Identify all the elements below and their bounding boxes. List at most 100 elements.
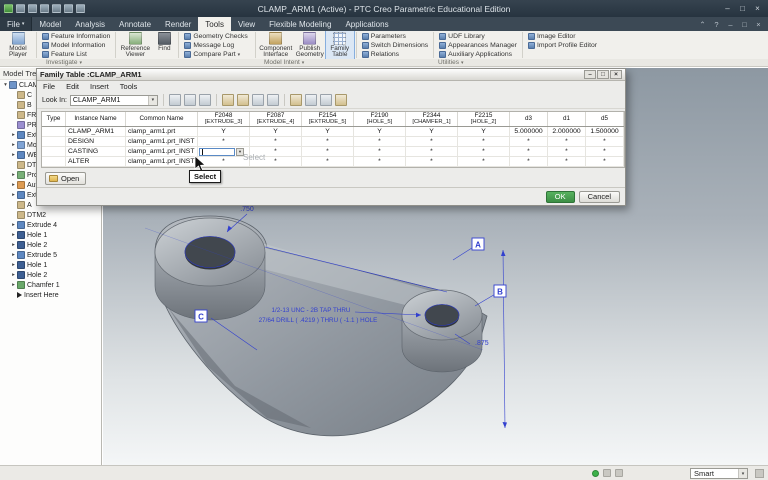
column-header[interactable]: F2154 [EXTRUDE_5] bbox=[302, 112, 354, 126]
ribbon-tab[interactable]: Flexible Modeling bbox=[262, 17, 338, 31]
select-mode-icon[interactable] bbox=[615, 469, 623, 477]
doc-close-icon[interactable]: × bbox=[752, 20, 765, 29]
expand-icon[interactable]: ▾ bbox=[2, 82, 9, 88]
tree-item[interactable]: ▸ Hole 1 bbox=[0, 260, 101, 270]
ok-button[interactable]: OK bbox=[545, 190, 575, 203]
ribbon-button[interactable]: Feature Information bbox=[39, 32, 113, 41]
cell-value[interactable]: * bbox=[586, 147, 624, 156]
cell-value[interactable]: Y bbox=[198, 127, 250, 136]
column-header[interactable]: Type bbox=[42, 112, 66, 126]
tree-item[interactable]: DTM2 bbox=[0, 210, 101, 220]
ribbon-collapse-icon[interactable]: ⌃ bbox=[696, 20, 709, 29]
cell-common[interactable]: clamp_arm1.prt_INST bbox=[126, 157, 198, 166]
ribbon-tab[interactable]: Annotate bbox=[112, 17, 158, 31]
ribbon-tab[interactable]: Applications bbox=[338, 17, 395, 31]
datum-tag-b[interactable]: B bbox=[493, 284, 507, 298]
model-player-button[interactable]: Model Player bbox=[2, 31, 34, 59]
ribbon-tab[interactable]: View bbox=[231, 17, 262, 31]
file-menu-button[interactable]: File ▾ bbox=[0, 17, 33, 31]
ribbon-button[interactable]: Parameters bbox=[359, 32, 431, 41]
menu-item[interactable]: Insert bbox=[90, 82, 109, 91]
cell-value[interactable]: Y bbox=[302, 127, 354, 136]
expand-icon[interactable]: ▸ bbox=[10, 182, 17, 188]
table-row-generic[interactable]: CLAMP_ARM1 clamp_arm1.prt Y Y Y Y Y Y 5.… bbox=[42, 127, 624, 137]
publish-geometry-button[interactable]: Publish Geometry bbox=[294, 31, 326, 59]
cell-value[interactable]: * bbox=[586, 157, 624, 166]
cell-value[interactable]: * bbox=[198, 137, 250, 146]
reference-viewer-button[interactable]: Reference Viewer bbox=[118, 31, 152, 59]
expand-icon[interactable]: ▸ bbox=[10, 262, 17, 268]
column-header[interactable]: d1 bbox=[548, 112, 586, 126]
cell-common[interactable]: clamp_arm1.prt_INST bbox=[126, 147, 198, 156]
dialog-close-icon[interactable]: × bbox=[610, 70, 622, 79]
expand-icon[interactable]: ▸ bbox=[10, 232, 17, 238]
datum-tag-a[interactable]: A bbox=[471, 237, 485, 251]
cell-value[interactable]: * bbox=[586, 137, 624, 146]
tree-item[interactable]: ▸ Hole 2 bbox=[0, 240, 101, 250]
group-label-utilities[interactable]: Utilities ▾ bbox=[438, 59, 463, 66]
cell-value[interactable]: * bbox=[458, 137, 510, 146]
cell-value[interactable]: * bbox=[354, 137, 406, 146]
cell-type[interactable] bbox=[42, 147, 66, 156]
ribbon-button[interactable]: Relations bbox=[359, 50, 431, 59]
cell-value[interactable]: * bbox=[510, 137, 548, 146]
menu-item[interactable]: Tools bbox=[120, 82, 138, 91]
filter-list-icon[interactable] bbox=[755, 469, 764, 478]
cell-value[interactable]: Y bbox=[458, 127, 510, 136]
paste-icon[interactable] bbox=[198, 94, 211, 106]
cell-instance[interactable]: DESIGN bbox=[66, 137, 126, 146]
find-instance-icon[interactable] bbox=[266, 94, 279, 106]
expand-icon[interactable]: ▸ bbox=[10, 172, 17, 178]
cell-value[interactable]: 2.000000 bbox=[548, 127, 586, 136]
cell-value[interactable]: * bbox=[302, 157, 354, 166]
save-icon[interactable] bbox=[40, 4, 49, 13]
cell-value[interactable]: * bbox=[458, 147, 510, 156]
cell-value[interactable]: * bbox=[548, 147, 586, 156]
expand-icon[interactable]: ▸ bbox=[10, 142, 17, 148]
chevron-down-icon[interactable]: ▾ bbox=[738, 469, 747, 478]
find-button[interactable]: Find bbox=[152, 31, 176, 59]
cell-value[interactable]: 5.000000 bbox=[510, 127, 548, 136]
tree-item[interactable]: ▸ Extrude 4 bbox=[0, 220, 101, 230]
chevron-down-icon[interactable]: ▾ bbox=[147, 95, 157, 105]
group-label-investigate[interactable]: Investigate ▾ bbox=[46, 59, 82, 66]
cell-value[interactable]: * bbox=[354, 157, 406, 166]
dialog-minimize-icon[interactable]: – bbox=[584, 70, 596, 79]
filter-icon[interactable] bbox=[334, 94, 347, 106]
cell-value[interactable]: 1.500000 bbox=[586, 127, 624, 136]
cell-common[interactable]: clamp_arm1.prt bbox=[126, 127, 198, 136]
cell-value[interactable]: * bbox=[250, 137, 302, 146]
insert-column-icon[interactable] bbox=[236, 94, 249, 106]
expand-icon[interactable]: ▸ bbox=[10, 152, 17, 158]
expand-icon[interactable]: ▸ bbox=[10, 242, 17, 248]
cell-value[interactable]: * bbox=[458, 157, 510, 166]
expand-icon[interactable]: ▸ bbox=[10, 282, 17, 288]
cell-type[interactable] bbox=[42, 127, 66, 136]
new-file-icon[interactable] bbox=[16, 4, 25, 13]
column-header[interactable]: F2087 [EXTRUDE_4] bbox=[250, 112, 302, 126]
expand-icon[interactable]: ▸ bbox=[10, 132, 17, 138]
table-row-casting[interactable]: CASTING clamp_arm1.prt_INST ▾ * * * * * … bbox=[42, 147, 624, 157]
cell-value[interactable]: Y bbox=[250, 127, 302, 136]
table-row-alter[interactable]: ALTER clamp_arm1.prt_INST * * * * * * * … bbox=[42, 157, 624, 167]
3d-model-view[interactable]: .750 1/2-13 UNC - 2B TAP THRU 27/64 DRIL… bbox=[115, 198, 545, 460]
cell-value[interactable]: * bbox=[548, 157, 586, 166]
dialog-maximize-icon[interactable]: □ bbox=[597, 70, 609, 79]
ribbon-button[interactable]: Switch Dimensions bbox=[359, 41, 431, 50]
column-header[interactable]: d3 bbox=[510, 112, 548, 126]
search-model-icon[interactable] bbox=[603, 469, 611, 477]
preview-instance-icon[interactable] bbox=[319, 94, 332, 106]
selection-filter-combobox[interactable]: Smart ▾ bbox=[690, 468, 748, 479]
ribbon-button[interactable]: Compare Part ▾ bbox=[181, 50, 252, 59]
column-header[interactable]: Common Name bbox=[126, 112, 198, 126]
cell-type[interactable] bbox=[42, 157, 66, 166]
cell-value[interactable]: * bbox=[406, 147, 458, 156]
cell-common[interactable]: clamp_arm1.prt_INST bbox=[126, 137, 198, 146]
component-interface-button[interactable]: Component Interface bbox=[258, 31, 294, 59]
column-header[interactable]: F2215 [HOLE_2] bbox=[458, 112, 510, 126]
lock-icon[interactable] bbox=[289, 94, 302, 106]
expand-icon[interactable]: ▸ bbox=[10, 192, 17, 198]
cell-value[interactable]: * bbox=[548, 137, 586, 146]
cell-type[interactable] bbox=[42, 137, 66, 146]
expand-icon[interactable]: ▸ bbox=[10, 222, 17, 228]
